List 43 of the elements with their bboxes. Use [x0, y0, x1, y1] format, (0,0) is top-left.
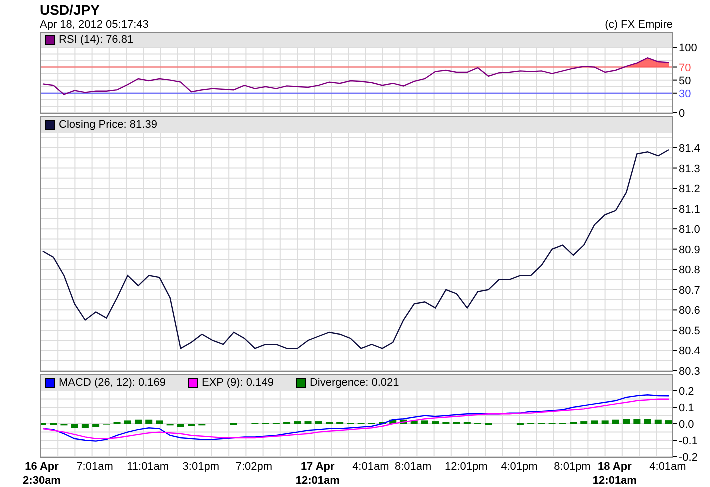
axis-label: 0.2: [679, 386, 694, 398]
axis-label: 50: [679, 75, 692, 88]
axis-label: 0: [679, 108, 686, 120]
axis-label: -0.1: [679, 436, 698, 448]
axis-label: 100: [679, 42, 698, 55]
legend-label: Divergence: 0.021: [310, 377, 400, 389]
legend-label: EXP (9): 0.149: [202, 377, 274, 389]
time-label: 3:01pm: [182, 461, 220, 473]
time-label: 8:01pm: [554, 461, 591, 473]
time-label: 16 Apr 2:30am: [23, 461, 61, 487]
axis-label: 80.8: [679, 264, 700, 277]
axis-label: 81.0: [679, 224, 700, 236]
legend-label: RSI (14): 76.81: [59, 34, 134, 46]
time-label: 12:01pm: [445, 461, 488, 473]
axis-label: 80.7: [679, 284, 700, 297]
axis-label: 70: [679, 62, 692, 74]
axis-label: 30: [679, 88, 692, 100]
time-label: 4:01am: [352, 461, 390, 473]
axis-label: 80.5: [679, 325, 700, 338]
time-label: 17 Apr 12:01am: [296, 461, 340, 487]
time-label: 7:01am: [76, 461, 114, 473]
axis-label: 80.4: [679, 346, 700, 358]
axis-label: 81.4: [679, 143, 700, 155]
time-label: 4:01pm: [501, 461, 538, 473]
axis-label: 0.0: [679, 419, 694, 431]
axis-label: 80.6: [679, 305, 700, 318]
time-label: 7:02pm: [236, 461, 273, 473]
axis-label: 80.9: [679, 244, 700, 256]
axis-label: 81.2: [679, 184, 700, 196]
time-label: 18 Apr 12:01am: [592, 461, 637, 487]
legend-label: MACD (26, 12): 0.169: [59, 377, 166, 389]
axis-label: -0.2: [679, 452, 698, 464]
axis-label: 0.1: [679, 402, 694, 414]
time-label: 8:01am: [395, 461, 432, 473]
copyright-text: (c) FX Empire: [605, 19, 673, 32]
chart-title: USD/JPY: [40, 2, 100, 19]
axis-label: 81.1: [679, 204, 700, 216]
axis-label: 81.3: [679, 163, 700, 176]
legend-label: Closing Price: 81.39: [59, 119, 158, 131]
time-label: 4:01am: [650, 461, 686, 473]
time-label: 11:01am: [127, 461, 170, 473]
axis-label: 80.3: [679, 366, 700, 378]
timestamp: Apr 18, 2012 05:17:43: [40, 19, 149, 32]
